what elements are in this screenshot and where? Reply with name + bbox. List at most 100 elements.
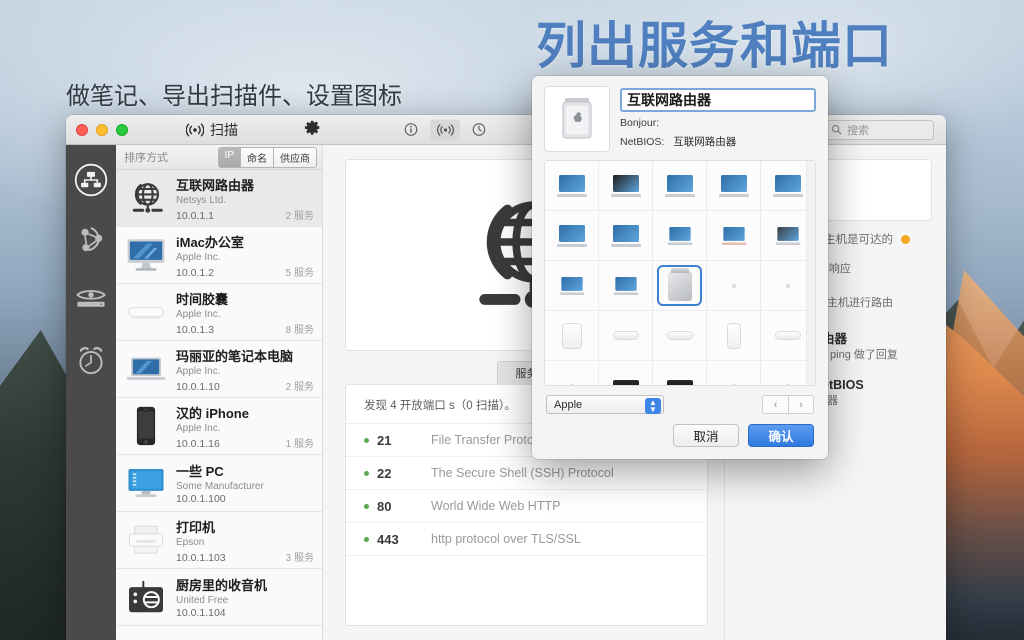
icon-grid-cell[interactable] — [707, 161, 761, 211]
icon-pager: ‹ › — [762, 395, 814, 414]
icon-grid-cell[interactable] — [599, 161, 653, 211]
device-row[interactable]: 厨房里的收音机United Free10.0.1.104 — [116, 569, 322, 626]
port-row[interactable]: 80World Wide Web HTTP — [346, 490, 707, 523]
sidebar-item-monitor[interactable] — [72, 281, 110, 319]
device-service-count: 2 服务 — [286, 207, 314, 222]
icon-grid-cell[interactable] — [653, 311, 707, 361]
icon-grid-cell[interactable] — [653, 211, 707, 261]
device-name: 厨房里的收音机 — [176, 575, 314, 594]
device-row[interactable]: 一些 PCSome Manufacturer10.0.1.100 — [116, 455, 322, 512]
device-ip: 10.0.1.16 — [176, 438, 220, 450]
device-text: 玛丽亚的笔记本电脑Apple Inc.10.0.1.102 服务 — [176, 346, 314, 393]
airport-extreme-icon — [562, 323, 582, 349]
device-row[interactable]: 玛丽亚的笔记本电脑Apple Inc.10.0.1.102 服务 — [116, 341, 322, 398]
device-vendor: Epson — [176, 537, 314, 548]
icon-grid-cell[interactable] — [545, 311, 599, 361]
device-text: 一些 PCSome Manufacturer10.0.1.100 — [176, 461, 314, 505]
vendor-filter-select[interactable]: Apple ▲▼ — [546, 395, 664, 414]
prev-page-button[interactable]: ‹ — [762, 395, 788, 414]
icon-grid-cell[interactable] — [599, 211, 653, 261]
traffic-lights — [66, 124, 128, 136]
bonjour-row: Bonjour: — [620, 117, 816, 129]
device-icon — [124, 349, 168, 389]
cancel-button[interactable]: 取消 — [673, 424, 739, 447]
laptop-silver-icon — [557, 175, 587, 197]
next-page-button[interactable]: › — [788, 395, 814, 414]
netbios-label: NetBIOS: — [620, 136, 664, 148]
device-name: 汉的 iPhone — [176, 403, 314, 422]
device-text: 汉的 iPhoneApple Inc.10.0.1.161 服务 — [176, 403, 314, 450]
sidebar-item-topology[interactable] — [72, 221, 110, 259]
search-icon — [831, 124, 842, 135]
device-name-input[interactable]: 互联网路由器 — [620, 88, 816, 112]
port-row[interactable]: 22The Secure Shell (SSH) Protocol — [346, 457, 707, 490]
icon-grid-cell[interactable] — [653, 261, 707, 311]
clock-icon — [472, 123, 486, 137]
device-list[interactable]: 互联网路由器Netsys Ltd.10.0.1.12 服务iMac办公室Appl… — [116, 170, 322, 640]
icon-grid-cell[interactable] — [599, 361, 653, 386]
device-row[interactable]: 时间胶囊Apple Inc.10.0.1.38 服务 — [116, 284, 322, 341]
device-row[interactable]: 互联网路由器Netsys Ltd.10.0.1.12 服务 — [116, 170, 322, 227]
close-icon[interactable] — [76, 124, 88, 136]
icon-grid[interactable] — [545, 161, 815, 386]
device-vendor: United Free — [176, 595, 314, 606]
device-meta: 10.0.1.102 服务 — [176, 378, 314, 393]
icon-grid-cell[interactable] — [545, 161, 599, 211]
history-button[interactable] — [464, 119, 494, 140]
sort-option-ip[interactable]: IP — [219, 148, 241, 167]
scan-toggle-button[interactable] — [430, 119, 460, 140]
macbook-space-icon — [776, 226, 801, 244]
device-service-count: 3 服务 — [286, 549, 314, 564]
device-name: 时间胶囊 — [176, 289, 314, 308]
search-placeholder: 搜索 — [847, 122, 869, 138]
scan-label: 扫描 — [210, 120, 238, 140]
icon-grid-cell[interactable] — [707, 211, 761, 261]
maximize-icon[interactable] — [116, 124, 128, 136]
port-status-dot — [364, 471, 369, 476]
icon-grid-cell[interactable] — [545, 211, 599, 261]
sidebar-item-schedule[interactable] — [72, 341, 110, 379]
iphone-icon — [135, 406, 157, 446]
sort-segmented-control[interactable]: IP 命名 供应商 — [218, 147, 317, 168]
confirm-button[interactable]: 确认 — [748, 424, 814, 447]
laptop-icon — [125, 354, 167, 384]
device-row[interactable]: 汉的 iPhoneApple Inc.10.0.1.161 服务 — [116, 398, 322, 455]
device-vendor: Apple Inc. — [176, 423, 314, 434]
minimize-icon[interactable] — [96, 124, 108, 136]
search-field[interactable]: 搜索 — [824, 120, 934, 140]
device-name: 一些 PC — [176, 461, 314, 480]
bonjour-label: Bonjour: — [620, 117, 659, 129]
device-row[interactable]: iMac办公室Apple Inc.10.0.1.25 服务 — [116, 227, 322, 284]
icon-grid-scrollbar[interactable] — [806, 161, 815, 385]
info-button[interactable] — [396, 119, 426, 140]
sort-option-vendor[interactable]: 供应商 — [274, 148, 316, 167]
icon-grid-cell[interactable] — [653, 361, 707, 386]
settings-button[interactable] — [304, 119, 321, 141]
status-badge — [901, 235, 910, 244]
icon-grid-cell[interactable] — [707, 361, 761, 386]
eye-icon — [74, 286, 108, 314]
icon-grid-cell[interactable] — [707, 261, 761, 311]
icon-grid-cell[interactable] — [599, 311, 653, 361]
port-row[interactable]: 443http protocol over TLS/SSL — [346, 523, 707, 556]
port-status-dot — [364, 504, 369, 509]
device-icon — [124, 577, 168, 617]
port-status-dot — [364, 537, 369, 542]
device-name: 玛丽亚的笔记本电脑 — [176, 346, 314, 365]
empty-icon — [786, 384, 790, 387]
laptop-silver-icon — [773, 175, 803, 197]
device-row[interactable]: 打印机Epson10.0.1.1033 服务 — [116, 512, 322, 569]
device-ip: 10.0.1.10 — [176, 381, 220, 393]
icon-grid-cell[interactable] — [599, 261, 653, 311]
scan-button[interactable]: 扫描 — [186, 120, 238, 140]
radar-icon — [437, 123, 454, 136]
pc-icon — [125, 466, 167, 500]
icon-grid-cell[interactable] — [545, 261, 599, 311]
icon-grid-cell[interactable] — [653, 161, 707, 211]
device-service-count: 8 服务 — [286, 321, 314, 336]
sort-option-name[interactable]: 命名 — [241, 148, 274, 167]
icon-grid-cell[interactable] — [545, 361, 599, 386]
icon-grid-cell[interactable] — [707, 311, 761, 361]
sidebar-item-lan-scan[interactable] — [72, 161, 110, 199]
device-icon — [124, 178, 168, 218]
